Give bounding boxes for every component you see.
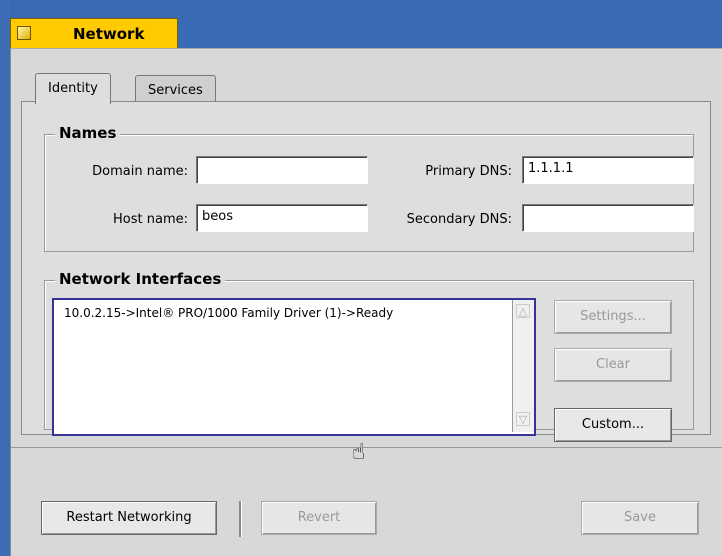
close-box-icon[interactable] xyxy=(17,26,31,40)
tab-identity-label: Identity xyxy=(48,81,98,96)
domain-name-field[interactable] xyxy=(196,156,368,184)
save-button[interactable]: Save xyxy=(581,501,699,535)
window-title-tab[interactable]: Network xyxy=(10,18,178,48)
secondary-dns-label: Secondary DNS: xyxy=(406,212,512,227)
interfaces-group-title: Network Interfaces xyxy=(55,270,226,288)
scroll-up-icon[interactable]: △ xyxy=(516,304,530,318)
tab-services-label: Services xyxy=(148,83,203,98)
interfaces-scrollbar[interactable]: △ ▽ xyxy=(512,300,534,432)
button-separator xyxy=(239,501,242,537)
names-group-title: Names xyxy=(55,124,121,142)
names-group: Names xyxy=(44,124,694,252)
list-item[interactable]: 10.0.2.15->Intel® PRO/1000 Family Driver… xyxy=(64,306,393,320)
hand-pointer-icon: ☝ xyxy=(352,440,366,465)
domain-name-label: Domain name: xyxy=(92,164,188,179)
settings-button[interactable]: Settings... xyxy=(554,300,672,334)
interfaces-list[interactable]: 10.0.2.15->Intel® PRO/1000 Family Driver… xyxy=(52,298,536,436)
primary-dns-field[interactable]: 1.1.1.1 xyxy=(522,156,694,184)
tab-identity[interactable]: Identity xyxy=(35,73,111,104)
host-name-field[interactable]: beos xyxy=(196,204,368,232)
restart-networking-button[interactable]: Restart Networking xyxy=(41,501,217,535)
primary-dns-label: Primary DNS: xyxy=(425,164,512,179)
window-title: Network xyxy=(73,25,145,43)
clear-button[interactable]: Clear xyxy=(554,348,672,382)
desktop-background xyxy=(0,0,10,556)
network-window: Services Identity Names Domain name: Pri… xyxy=(10,48,722,556)
identity-panel: Names Domain name: Primary DNS: 1.1.1.1 … xyxy=(21,101,711,465)
divider xyxy=(11,447,722,448)
custom-button[interactable]: Custom... xyxy=(554,408,672,442)
revert-button[interactable]: Revert xyxy=(261,501,377,535)
scroll-down-icon[interactable]: ▽ xyxy=(516,412,530,426)
secondary-dns-field[interactable] xyxy=(522,204,694,232)
host-name-label: Host name: xyxy=(113,212,188,227)
